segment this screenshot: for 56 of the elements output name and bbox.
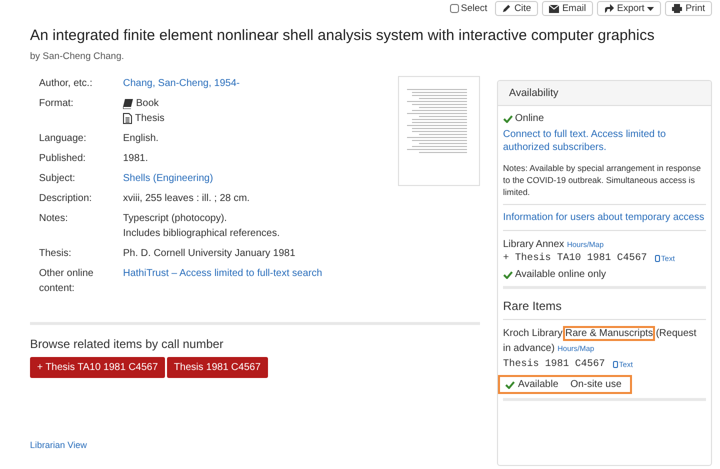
status-text: Online	[515, 113, 544, 124]
field-label: Published:	[39, 152, 87, 166]
select-label: Select	[460, 3, 488, 14]
call-number: + Thesis TA10 1981 C4567	[503, 253, 648, 264]
field-link[interactable]: Chang, San-Cheng, 1954-	[123, 76, 385, 91]
toolbar-button[interactable]: Cite	[495, 1, 538, 16]
field-label: Language:	[39, 132, 88, 146]
book-icon	[123, 98, 133, 108]
select-checkbox[interactable]	[450, 4, 459, 13]
field-value: 1981.	[123, 152, 150, 166]
browse-heading: Browse related items by call number	[30, 337, 224, 351]
check-icon	[503, 114, 513, 122]
field-value: Typescript (photocopy).	[123, 212, 228, 226]
collection-link[interactable]: Rare & Manuscripts	[565, 328, 654, 339]
toolbar-button[interactable]: Export	[596, 1, 662, 16]
field-label: Description:	[39, 192, 93, 206]
field-link[interactable]: HathiTrust – Access limited to full-text search	[123, 266, 385, 281]
field-label: Thesis:	[39, 247, 72, 261]
pencil-icon	[502, 4, 512, 13]
toolbar-button[interactable]: Print	[665, 1, 712, 16]
status-text: Available online only	[515, 269, 606, 280]
field-label: Author, etc.:	[39, 77, 94, 91]
field-link[interactable]: Shells (Engineering)	[123, 171, 385, 186]
location-name: Library Annex	[503, 239, 564, 250]
field-value: Includes bibliographical references.	[123, 227, 281, 241]
share-icon	[604, 4, 614, 13]
section-heading: Rare Items	[503, 299, 563, 313]
panel-header: Availability	[498, 81, 711, 106]
access-notes: Notes: Available by special arrangement in response to the COVID-19 outbreak. Simultaneous access is limited.	[503, 162, 702, 198]
call-number-button[interactable]: + Thesis TA10 1981 C4567	[30, 357, 165, 378]
field-label: Subject:	[39, 172, 76, 186]
status-note: On-site use	[570, 379, 622, 390]
phone-icon	[613, 361, 618, 368]
status-text: Available	[518, 379, 558, 390]
field-label: Notes:	[39, 212, 69, 226]
field-value: English.	[123, 132, 160, 146]
check-icon	[505, 380, 515, 388]
field-value: xviii, 255 leaves : ill. ; 28 cm.	[123, 192, 251, 206]
field-label: Other online content:	[39, 267, 94, 296]
format-value: Book	[136, 97, 159, 111]
envelope-icon	[549, 4, 560, 12]
call-number: Thesis 1981 C4567	[503, 359, 606, 370]
temporary-access-link[interactable]: Information for users about temporary access	[503, 211, 706, 224]
field-label: Format:	[39, 97, 74, 111]
phone-icon	[655, 255, 660, 262]
field-value: Ph. D. Cornell University January 1981	[123, 247, 296, 261]
full-text-link[interactable]: Connect to full text. Access limited to authorized subscribers.	[503, 128, 706, 154]
call-number-button[interactable]: Thesis 1981 C4567	[166, 357, 268, 378]
byline: by San-Cheng Chang.	[30, 51, 126, 62]
check-icon	[503, 270, 513, 278]
format-value: Thesis	[135, 112, 164, 126]
printer-icon	[672, 4, 682, 13]
librarian-view-link[interactable]: Librarian View	[30, 440, 87, 450]
record-title: An integrated finite element nonlinear shell analysis system with interactive computer graphics	[30, 26, 656, 46]
toolbar-button[interactable]: Email	[542, 1, 593, 16]
document-icon	[123, 113, 132, 124]
